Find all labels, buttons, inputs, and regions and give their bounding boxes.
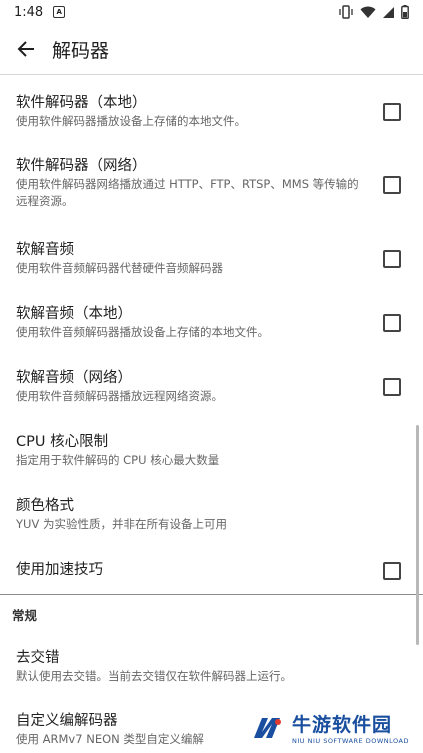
setting-subtitle: 使用软件音频解码器播放设备上存储的本地文件。 [16, 325, 269, 339]
software-audio-local-checkbox[interactable] [383, 314, 401, 332]
signal-icon [383, 6, 394, 18]
acceleration-tricks-checkbox[interactable] [383, 562, 401, 580]
back-button[interactable] [0, 24, 52, 74]
wifi-icon [360, 6, 376, 18]
status-icons [338, 5, 409, 19]
setting-title: 软解音频（本地） [16, 306, 132, 322]
settings-list[interactable]: 软件解码器（本地） 使用软件解码器播放设备上存储的本地文件。 软件解码器（网络）… [0, 75, 423, 753]
setting-title: 软解音频 [16, 242, 74, 258]
setting-subtitle: 使用软件音频解码器代替硬件音频解码器 [16, 261, 223, 275]
software-audio-checkbox[interactable] [383, 250, 401, 268]
setting-subtitle: 使用软件解码器播放设备上存储的本地文件。 [16, 114, 246, 128]
niuniu-logo-icon [253, 717, 281, 738]
setting-software-decoder-local[interactable]: 软件解码器（本地） 使用软件解码器播放设备上存储的本地文件。 [0, 93, 423, 130]
vibrate-icon [339, 5, 353, 19]
setting-color-format[interactable]: 颜色格式 YUV 为实验性质，并非在所有设备上可用 [0, 496, 423, 533]
setting-subtitle: 使用软件音频解码器播放远程网络资源。 [16, 389, 223, 403]
software-audio-network-checkbox[interactable] [383, 378, 401, 396]
watermark-cn: 牛游软件园 [291, 714, 392, 736]
software-decoder-local-checkbox[interactable] [383, 103, 401, 121]
setting-title: 使用加速技巧 [16, 562, 103, 578]
software-decoder-network-checkbox[interactable] [383, 176, 401, 194]
notification-icon: A [53, 6, 66, 18]
page-title: 解码器 [52, 39, 110, 62]
setting-software-decoder-network[interactable]: 软件解码器（网络） 使用软件解码器网络播放通过 HTTP、FTP、RTSP、MM… [0, 156, 423, 210]
watermark-en: NIU NIU SOFTWARE DOWNLOAD [291, 737, 409, 745]
setting-subtitle: YUV 为实验性质，并非在所有设备上可用 [16, 517, 227, 531]
arrow-left-icon [17, 41, 34, 57]
status-bar: 1:48 A [0, 0, 423, 24]
setting-title: 软件解码器（本地） [16, 95, 147, 111]
setting-subtitle: 默认使用去交错。当前去交错仅在软件解码器上运行。 [16, 669, 292, 683]
setting-subtitle: 使用软件解码器网络播放通过 HTTP、FTP、RTSP、MMS 等传输的远程资源… [16, 177, 359, 208]
setting-software-audio[interactable]: 软解音频 使用软件音频解码器代替硬件音频解码器 [0, 240, 423, 277]
setting-title: 去交错 [16, 650, 60, 666]
section-header-general: 常规 [12, 608, 38, 623]
setting-title: 软件解码器（网络） [16, 158, 147, 174]
watermark: 牛游软件园 NIU NIU SOFTWARE DOWNLOAD [250, 710, 409, 745]
status-time: 1:48 [14, 4, 44, 20]
setting-deinterlace[interactable]: 去交错 默认使用去交错。当前去交错仅在软件解码器上运行。 [0, 648, 423, 685]
watermark-text: 牛游软件园 NIU NIU SOFTWARE DOWNLOAD [292, 710, 409, 745]
setting-cpu-core-limit[interactable]: CPU 核心限制 指定用于软件解码的 CPU 核心最大数量 [0, 432, 423, 469]
setting-acceleration-tricks[interactable]: 使用加速技巧 [0, 560, 423, 580]
battery-icon [401, 5, 409, 19]
scrollbar[interactable] [416, 425, 419, 645]
section-divider [0, 594, 423, 595]
setting-software-audio-local[interactable]: 软解音频（本地） 使用软件音频解码器播放设备上存储的本地文件。 [0, 304, 423, 341]
setting-title: 颜色格式 [16, 498, 74, 514]
setting-title: 软解音频（网络） [16, 370, 132, 386]
app-bar: 解码器 [0, 24, 423, 74]
setting-subtitle: 指定用于软件解码的 CPU 核心最大数量 [16, 453, 220, 467]
setting-title: CPU 核心限制 [16, 434, 109, 450]
setting-software-audio-network[interactable]: 软解音频（网络） 使用软件音频解码器播放远程网络资源。 [0, 368, 423, 405]
